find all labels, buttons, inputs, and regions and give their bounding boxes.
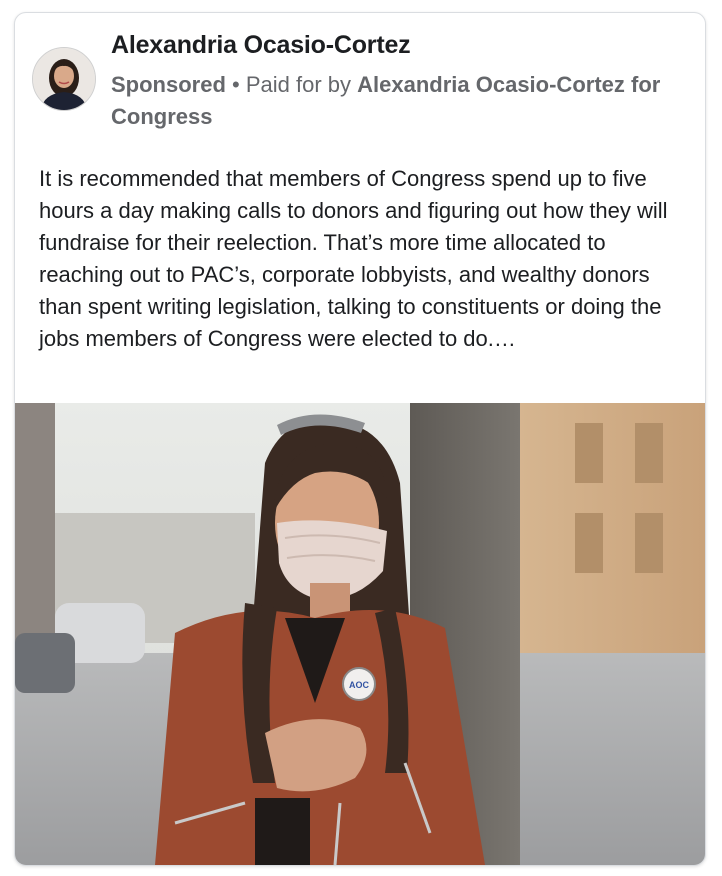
page-name-link[interactable]: Alexandria Ocasio-Cortez xyxy=(111,31,411,60)
profile-avatar[interactable] xyxy=(32,47,96,111)
sponsored-disclaimer: Sponsored • Paid for by Alexandria Ocasi… xyxy=(111,69,696,133)
post-photo[interactable]: AOC xyxy=(15,403,705,865)
avatar-portrait-icon xyxy=(33,48,95,110)
separator-dot: • xyxy=(225,72,246,97)
svg-text:AOC: AOC xyxy=(349,680,370,690)
sponsored-label: Sponsored xyxy=(111,72,226,97)
paid-for-prefix: Paid for by xyxy=(245,72,358,97)
sponsored-post-card: Alexandria Ocasio-Cortez Sponsored • Pai… xyxy=(14,12,706,866)
woman-in-mask-photo-icon: AOC xyxy=(15,403,705,865)
post-body-text: It is recommended that members of Congre… xyxy=(39,166,668,351)
